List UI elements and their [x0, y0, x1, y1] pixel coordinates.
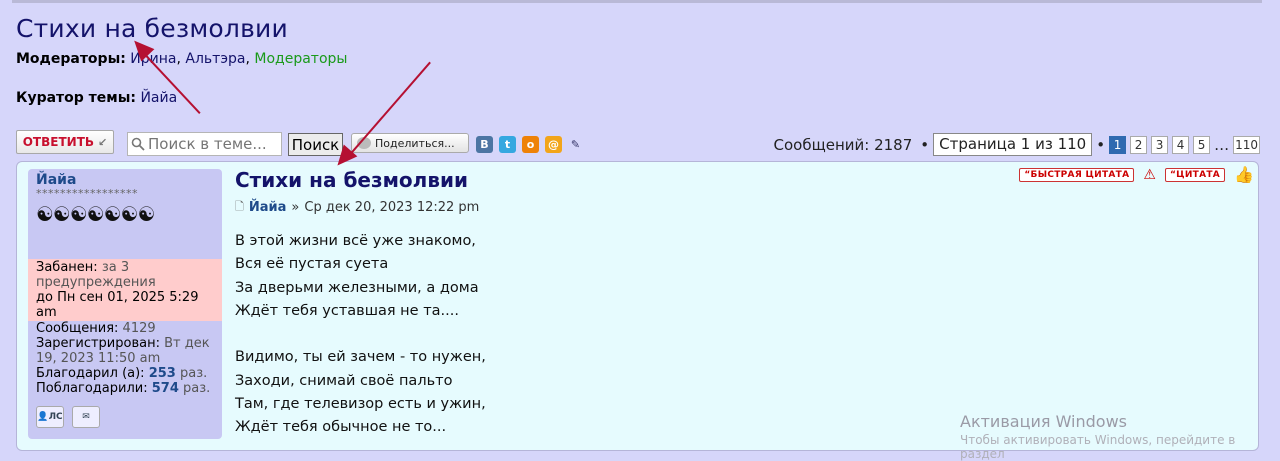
bullet-separator: • [1096, 135, 1106, 154]
odnoklassniki-share-icon[interactable]: о [522, 136, 539, 153]
stat-thanks: Поблагодарили: 574 раз. [36, 381, 211, 396]
share-label: Поделиться... [375, 136, 455, 150]
moderator-link-altera[interactable]: Альтэра [185, 51, 245, 67]
twitter-share-icon[interactable]: t [499, 136, 516, 153]
report-warning-icon[interactable]: ⚠ [1143, 167, 1156, 183]
search-input[interactable] [148, 135, 276, 153]
profile-contact-buttons: 👤 ЛС ✉ [36, 406, 100, 428]
mailru-share-icon[interactable]: @ [545, 136, 562, 153]
profile-stars: ***************** [36, 187, 138, 200]
post-meta: 🗋 Йайа » Ср дек 20, 2023 12:22 pm [235, 198, 479, 217]
reply-arrow-icon: ↙ [98, 135, 108, 149]
ban-label: Забанен: [36, 260, 98, 275]
page-5[interactable]: 5 [1193, 135, 1211, 154]
profile-username[interactable]: Йайа [36, 172, 76, 188]
forum-title[interactable]: Стихи на безмолвии [16, 14, 288, 43]
bullet-separator: • [920, 135, 930, 154]
stat-messages: Сообщения: 4129 [36, 321, 156, 336]
post-doc-icon[interactable]: 🗋 [235, 198, 244, 217]
fast-quote-button[interactable]: “БЫСТРАЯ ЦИТАТА [1019, 167, 1135, 182]
curator-line: Куратор темы: Йайа [16, 90, 177, 106]
post-body: В этой жизни всё уже знакомо, Вся её пус… [235, 233, 486, 436]
stat-thanked: Благодарил (а): 253 раз. [36, 366, 208, 381]
post-title[interactable]: Стихи на безмолвии [235, 168, 468, 192]
ban-until: до Пн сен 01, 2025 5:29 am [36, 290, 199, 320]
moderators-line: Модераторы: Ирина, Альтэра, Модераторы [16, 51, 348, 67]
page-2[interactable]: 2 [1130, 135, 1148, 154]
profile-stats: Сообщения: 4129 Зарегистрирован: Вт дек … [36, 321, 222, 396]
top-border [12, 0, 1262, 3]
ban-status: Забанен: за 3 предупреждения до Пн сен 0… [36, 260, 218, 320]
page-1[interactable]: 1 [1109, 135, 1127, 154]
post-action-bar: “БЫСТРАЯ ЦИТАТА ⚠ “ЦИТАТА 👍 [1019, 165, 1254, 184]
moderators-label: Модераторы: [16, 51, 126, 67]
pagination: Сообщений: 2187 • Страница 1 из 110 • 1 … [774, 133, 1260, 156]
reply-button[interactable]: ОТВЕТИТЬ ↙ [16, 130, 114, 154]
thanks-thumb-icon[interactable]: 👍 [1234, 165, 1254, 184]
page-last[interactable]: 110 [1233, 135, 1260, 154]
rank-yin-yang-icons: ☯☯☯☯☯☯☯ [36, 202, 156, 226]
share-button[interactable]: Поделиться... [351, 133, 469, 153]
post-author-link[interactable]: Йайа [249, 200, 287, 215]
windows-activation-watermark: Активация Windows [960, 412, 1127, 431]
windows-activation-hint: Чтобы активировать Windows, перейдите в … [960, 433, 1236, 461]
pagination-ellipsis: … [1214, 135, 1230, 154]
search-icon [131, 137, 145, 151]
post-count: Сообщений: 2187 [773, 135, 913, 154]
vk-share-icon[interactable]: В [476, 136, 493, 153]
livejournal-share-icon[interactable]: ✎ [567, 136, 584, 153]
reply-label: ОТВЕТИТЬ [22, 135, 95, 149]
moderators-group-link[interactable]: Модераторы [254, 51, 347, 67]
search-button[interactable]: Поиск [288, 133, 343, 156]
page-4[interactable]: 4 [1172, 135, 1190, 154]
page-of-selector[interactable]: Страница 1 из 110 [933, 133, 1093, 156]
email-icon[interactable]: ✉ [72, 406, 100, 428]
search-field[interactable] [127, 132, 282, 156]
post-date: Ср дек 20, 2023 12:22 pm [304, 200, 480, 215]
private-message-icon[interactable]: 👤 ЛС [36, 406, 64, 428]
stat-registered: Зарегистрирован: Вт дек 19, 2023 11:50 a… [36, 336, 210, 366]
page-3[interactable]: 3 [1151, 135, 1169, 154]
curator-link[interactable]: Йайа [140, 90, 177, 106]
meta-separator: » [291, 200, 300, 215]
quote-button[interactable]: “ЦИТАТА [1164, 167, 1226, 182]
curator-label: Куратор темы: [16, 90, 136, 106]
